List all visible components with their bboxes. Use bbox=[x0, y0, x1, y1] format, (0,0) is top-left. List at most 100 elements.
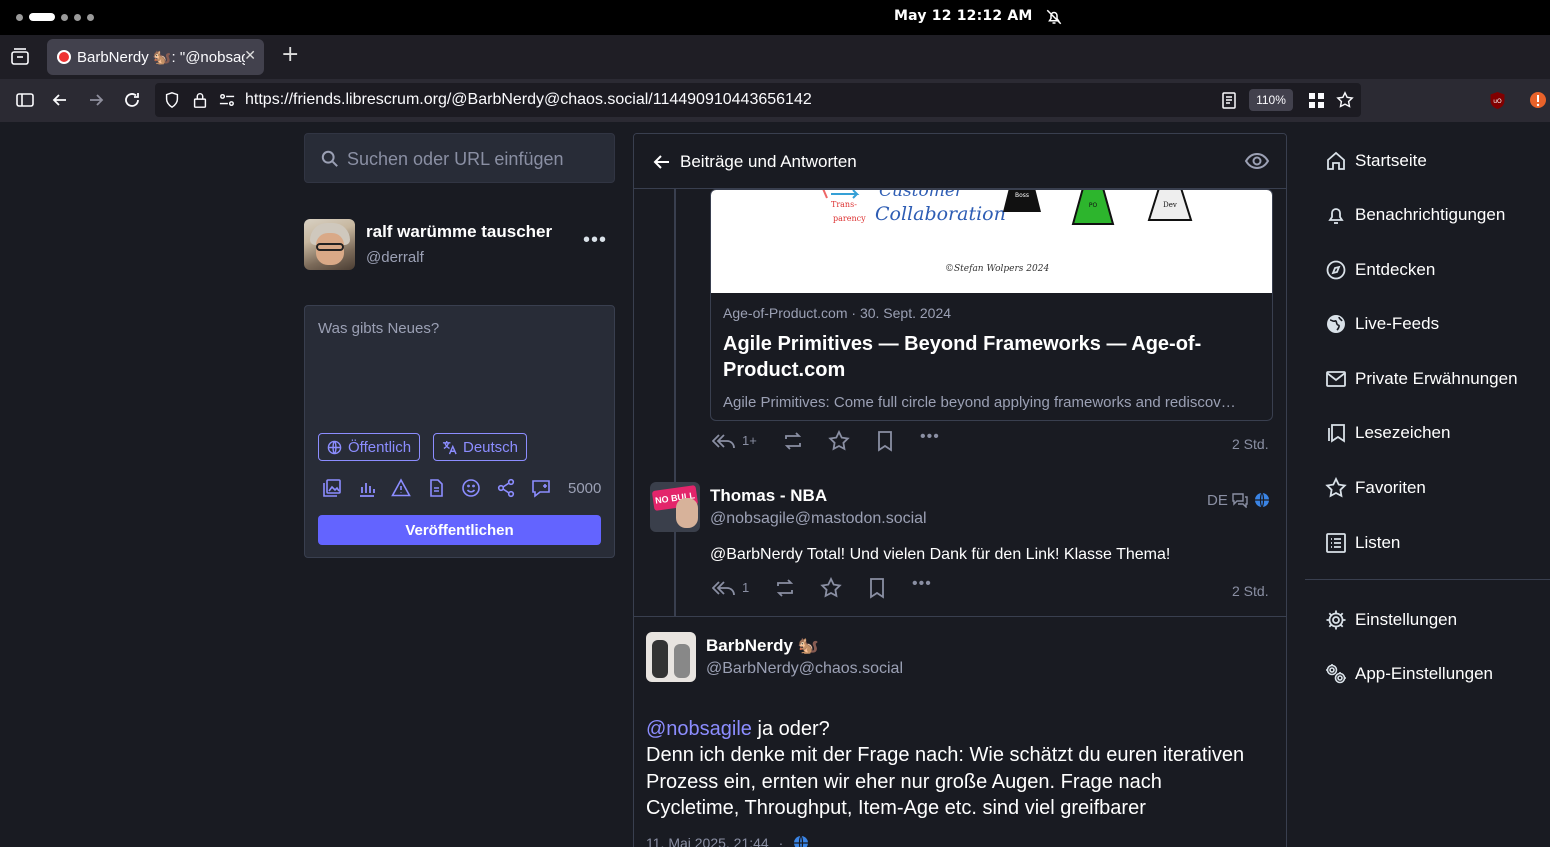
reply-all-icon[interactable] bbox=[712, 430, 736, 452]
new-tab-button[interactable]: + bbox=[281, 44, 299, 66]
workspace-indicator[interactable] bbox=[16, 13, 94, 21]
eye-icon[interactable] bbox=[1244, 150, 1270, 172]
reload-icon[interactable] bbox=[122, 90, 142, 110]
image-dev-text: Dev bbox=[1163, 201, 1177, 209]
account-display-name[interactable]: ralf warümme tauscher bbox=[366, 222, 552, 242]
avatar[interactable] bbox=[304, 219, 355, 270]
forward-arrow-icon[interactable] bbox=[86, 90, 106, 110]
publish-button[interactable]: Veröffentlichen bbox=[318, 515, 601, 545]
avatar[interactable]: NO BULL bbox=[650, 482, 700, 532]
clock[interactable]: May 12 12:12 AM bbox=[894, 8, 1033, 24]
post-content: @nobsagile ja oder? Denn ich denke mit d… bbox=[646, 716, 1278, 821]
nav-label: Entdecken bbox=[1355, 260, 1436, 279]
account-handle[interactable]: @derralf bbox=[366, 249, 424, 266]
sidebar-toggle-icon[interactable] bbox=[15, 90, 35, 110]
post-author-name[interactable]: Thomas - NBA bbox=[710, 486, 827, 506]
image-boss-text: Boss bbox=[1015, 192, 1029, 199]
extension-grid-icon[interactable] bbox=[1308, 92, 1325, 109]
post-date[interactable]: 11. Mai 2025, 21:44 · bbox=[646, 835, 809, 847]
url-text[interactable]: https://friends.librescrum.org/@BarbNerd… bbox=[245, 91, 812, 109]
tab-list-icon[interactable] bbox=[10, 48, 30, 66]
nav-label: Favoriten bbox=[1355, 478, 1426, 497]
search-box[interactable] bbox=[304, 133, 615, 183]
post-author-handle[interactable]: @BarbNerdy@chaos.social bbox=[706, 660, 903, 678]
boost-icon[interactable] bbox=[774, 577, 796, 599]
link-card-title[interactable]: Agile Primitives — Beyond Frameworks — A… bbox=[723, 331, 1253, 383]
account-menu-icon[interactable]: ••• bbox=[583, 229, 607, 252]
more-options-icon[interactable]: ••• bbox=[920, 428, 942, 450]
nav-item-home[interactable]: Startseite bbox=[1325, 148, 1427, 174]
nav-item-live-feeds[interactable]: Live-Feeds bbox=[1325, 311, 1439, 337]
shield-icon[interactable] bbox=[163, 91, 181, 109]
privacy-badger-icon[interactable] bbox=[1529, 91, 1547, 109]
column-header: Beiträge und Antworten bbox=[634, 134, 1286, 189]
bookmark-star-icon[interactable] bbox=[1336, 91, 1354, 109]
back-arrow-icon[interactable] bbox=[50, 90, 70, 110]
poll-icon[interactable] bbox=[357, 478, 377, 498]
site-favicon-icon bbox=[57, 50, 71, 64]
post-language-badge: DE bbox=[1207, 492, 1228, 509]
svg-text:uO: uO bbox=[1493, 98, 1502, 105]
nav-item-explore[interactable]: Entdecken bbox=[1325, 257, 1435, 283]
gear-icon bbox=[1326, 610, 1346, 630]
nav-item-lists[interactable]: Listen bbox=[1325, 530, 1400, 556]
compose-textarea[interactable] bbox=[318, 320, 603, 420]
lock-icon[interactable] bbox=[191, 91, 209, 109]
language-button[interactable]: Deutsch bbox=[433, 433, 528, 461]
mastodon-page: ralf warümme tauscher @derralf ••• Öffen… bbox=[0, 122, 1550, 847]
post-text-line: Prozess ein, ernten wir eher nur große A… bbox=[646, 770, 1162, 793]
post-author-name[interactable]: BarbNerdy 🐿️ bbox=[706, 636, 819, 656]
nav-label: Listen bbox=[1355, 533, 1401, 552]
visibility-button[interactable]: Öffentlich bbox=[318, 433, 421, 461]
quote-post-icon[interactable] bbox=[531, 478, 551, 498]
back-arrow-icon[interactable] bbox=[652, 152, 672, 172]
post-author-handle[interactable]: @nobsagile@mastodon.social bbox=[710, 510, 927, 528]
link-card-description: Agile Primitives: Come full circle beyon… bbox=[723, 394, 1236, 411]
reply-all-icon[interactable] bbox=[712, 577, 736, 599]
bell-icon bbox=[1328, 208, 1344, 224]
nav-item-settings[interactable]: Einstellungen bbox=[1325, 607, 1457, 633]
bell-off-icon[interactable] bbox=[1045, 8, 1063, 26]
reader-mode-icon[interactable] bbox=[1221, 92, 1237, 109]
tab-close-icon[interactable]: ✕ bbox=[244, 48, 256, 64]
post-time[interactable]: 2 Std. bbox=[1232, 583, 1269, 599]
share-icon[interactable] bbox=[496, 478, 516, 498]
image-upload-icon[interactable] bbox=[322, 478, 342, 498]
permissions-icon[interactable] bbox=[218, 92, 236, 108]
nav-item-favorites[interactable]: Favoriten bbox=[1325, 475, 1426, 501]
link-preview-card[interactable]: Trans- parency Customer Collaboration Bo… bbox=[710, 189, 1273, 421]
search-icon bbox=[321, 150, 338, 167]
bookmarks-icon bbox=[1328, 424, 1345, 443]
image-credit-text: ©Stefan Wolpers 2024 bbox=[945, 264, 1049, 274]
zoom-level-button[interactable]: 110% bbox=[1249, 89, 1293, 111]
search-input[interactable] bbox=[347, 146, 597, 172]
nav-item-app-settings[interactable]: App-Einstellungen bbox=[1325, 661, 1493, 687]
bookmark-icon[interactable] bbox=[874, 430, 896, 452]
post-time[interactable]: 2 Std. bbox=[1232, 436, 1269, 452]
nav-label: Einstellungen bbox=[1355, 610, 1458, 629]
emoji-icon[interactable] bbox=[461, 478, 481, 498]
ublock-icon[interactable]: uO bbox=[1489, 91, 1506, 110]
mail-icon bbox=[1326, 371, 1346, 387]
browser-tab-active[interactable]: BarbNerdy 🐿️: "@nobsagile ja oder? ✕ bbox=[47, 39, 264, 75]
boost-icon[interactable] bbox=[782, 430, 804, 452]
bookmark-icon[interactable] bbox=[866, 577, 888, 599]
avatar[interactable] bbox=[646, 632, 696, 682]
image-po-text: PO bbox=[1089, 202, 1098, 209]
favorite-star-icon[interactable] bbox=[828, 430, 850, 452]
document-icon[interactable] bbox=[426, 478, 446, 498]
content-warning-icon[interactable] bbox=[391, 478, 411, 498]
workspace-dot bbox=[61, 13, 68, 21]
nav-item-notifications[interactable]: Benachrichtigungen bbox=[1325, 202, 1505, 228]
compass-icon bbox=[1326, 260, 1346, 280]
nav-item-bookmarks[interactable]: Lesezeichen bbox=[1325, 420, 1450, 446]
post-text-line: Cycletime, Throughput, Item-Age etc. sin… bbox=[646, 796, 1146, 819]
agile-illustration: Trans- parency Customer Collaboration Bo… bbox=[822, 190, 1193, 274]
nav-label: Lesezeichen bbox=[1355, 423, 1451, 442]
workspace-dot bbox=[16, 13, 23, 21]
url-bar[interactable]: https://friends.librescrum.org/@BarbNerd… bbox=[155, 83, 1361, 117]
nav-item-private-mentions[interactable]: Private Erwähnungen bbox=[1325, 366, 1518, 392]
favorite-star-icon[interactable] bbox=[820, 577, 842, 599]
mention-link[interactable]: @nobsagile bbox=[646, 718, 752, 740]
more-options-icon[interactable]: ••• bbox=[912, 575, 934, 597]
